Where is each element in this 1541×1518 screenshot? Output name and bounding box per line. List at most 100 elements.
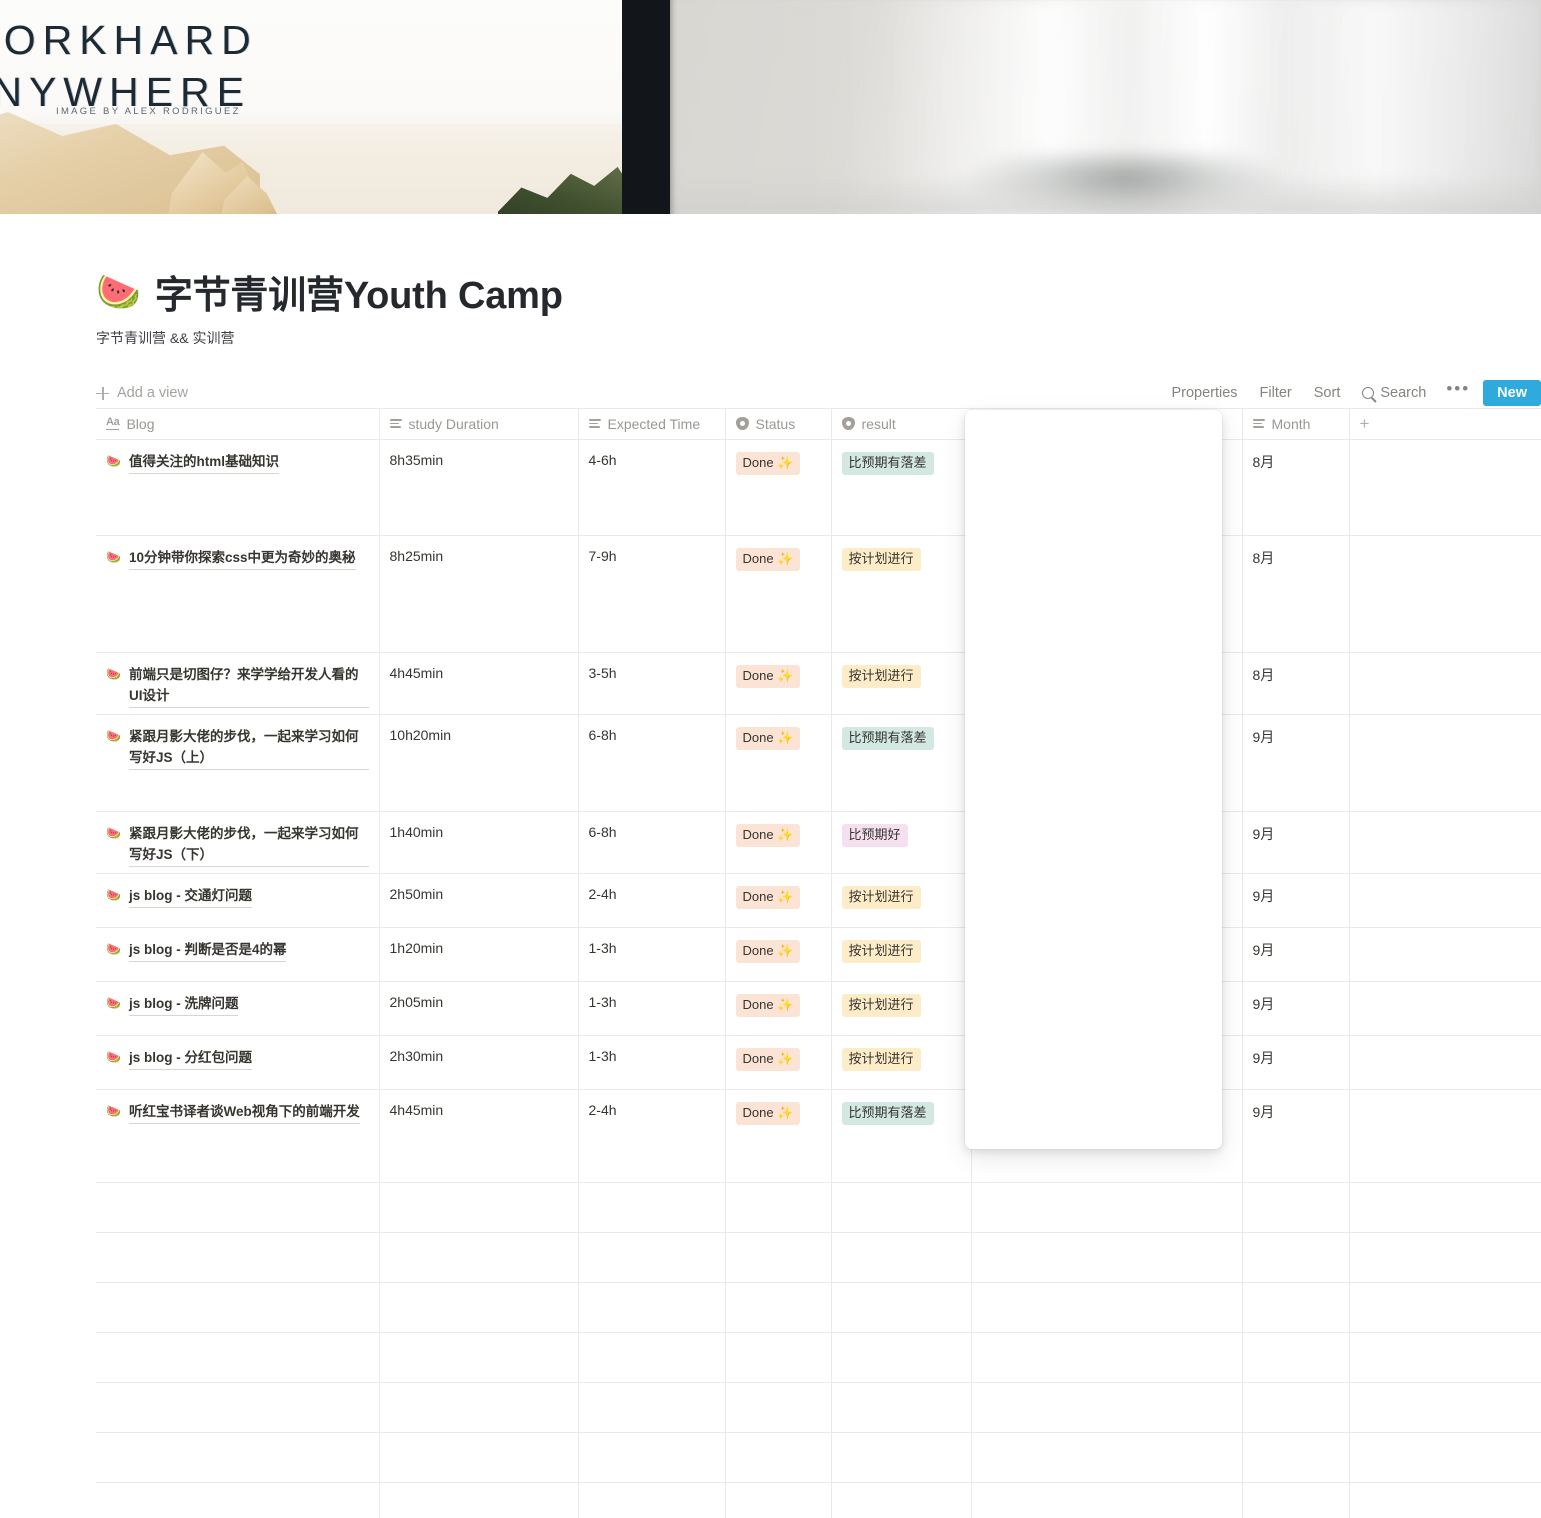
cell-blog[interactable]: 🍉 js blog - 交通灯问题 [96,873,380,928]
table-row[interactable]: 🍉 js blog - 交通灯问题 2h50min 2-4h Done ✨ 按计划… [96,873,1541,928]
table-row[interactable]: 🍉 紧跟月影大佬的步伐，一起来学习如何写好JS（上） 10h20min 6-8h … [96,714,1541,812]
cell-expected-time[interactable]: 6-8h [578,714,726,812]
database-table-wrapper: Aa Blog study Duration Expected Time Sta… [96,408,1541,1518]
table-row-empty[interactable] [96,1232,1541,1283]
cell-expected-time[interactable]: 2-4h [578,873,726,928]
cell-result[interactable]: 按计划进行 [831,535,972,653]
add-column-button[interactable]: + [1349,408,1541,440]
cell-expected-time[interactable]: 1-3h [578,927,726,982]
cell-month[interactable]: 8月 [1242,652,1350,715]
properties-button[interactable]: Properties [1160,381,1248,405]
cell-status[interactable]: Done ✨ [725,981,832,1036]
column-header-study-duration[interactable]: study Duration [379,408,579,440]
cell-month[interactable]: 9月 [1242,981,1350,1036]
cell-status[interactable]: Done ✨ [725,1089,832,1183]
table-row-empty[interactable] [96,1432,1541,1483]
table-row-empty[interactable] [96,1382,1541,1433]
cell-status[interactable]: Done ✨ [725,873,832,928]
status-badge: Done ✨ [735,993,801,1017]
cell-expected-time[interactable]: 7-9h [578,535,726,653]
cell-result[interactable]: 按计划进行 [831,873,972,928]
cell-blog[interactable]: 🍉 js blog - 分红包问题 [96,1035,380,1090]
cell-status[interactable]: Done ✨ [725,652,832,715]
cell-expected-time[interactable]: 6-8h [578,811,726,874]
table-row[interactable]: 🍉 紧跟月影大佬的步伐，一起来学习如何写好JS（下） 1h40min 6-8h D… [96,811,1541,874]
column-header-status[interactable]: Status [725,408,832,440]
cell-study-duration[interactable]: 1h20min [379,927,579,982]
cell-result[interactable]: 按计划进行 [831,1035,972,1090]
cell-blog[interactable]: 🍉 值得关注的html基础知识 [96,439,380,536]
cell-status[interactable]: Done ✨ [725,811,832,874]
table-row[interactable]: 🍉 听红宝书译者谈Web视角下的前端开发 4h45min 2-4h Done ✨ … [96,1089,1541,1183]
column-header-result[interactable]: result [831,408,972,440]
cell-study-duration[interactable]: 8h25min [379,535,579,653]
cell-study-duration[interactable]: 2h05min [379,981,579,1036]
table-row[interactable]: 🍉 10分钟带你探索css中更为奇妙的奥秘 8h25min 7-9h Done ✨… [96,535,1541,653]
cell-result[interactable]: 比预期好 [831,811,972,874]
database-toolbar: Properties Filter Sort Search ••• New [1160,379,1541,407]
cell-spacer [1349,1035,1541,1090]
table-row-empty[interactable] [96,1182,1541,1233]
cell-month[interactable]: 8月 [1242,439,1350,536]
cell-result[interactable]: 比预期有落差 [831,714,972,812]
cell-month[interactable]: 9月 [1242,1035,1350,1090]
cell-month[interactable]: 9月 [1242,1089,1350,1183]
cell-expected-time[interactable]: 3-5h [578,652,726,715]
more-options-button[interactable]: ••• [1437,379,1479,407]
cell-study-duration[interactable]: 2h50min [379,873,579,928]
cell-result[interactable]: 按计划进行 [831,927,972,982]
column-header-blog[interactable]: Aa Blog [96,408,380,440]
cell-expected-time[interactable]: 4-6h [578,439,726,536]
watermelon-icon[interactable]: 🍉 [96,273,141,310]
select-icon [841,417,855,430]
table-row[interactable]: 🍉 前端只是切图仔？来学学给开发人看的UI设计 4h45min 3-5h Done… [96,652,1541,715]
filter-button[interactable]: Filter [1249,381,1303,405]
cell-month[interactable]: 9月 [1242,811,1350,874]
cell-month[interactable]: 9月 [1242,927,1350,982]
cell-month[interactable]: 9月 [1242,873,1350,928]
cell-study-duration[interactable]: 4h45min [379,652,579,715]
cell-status[interactable]: Done ✨ [725,927,832,982]
new-record-button[interactable]: New [1483,380,1541,406]
table-row-empty[interactable] [96,1482,1541,1518]
cell-study-duration[interactable]: 4h45min [379,1089,579,1183]
cell-month[interactable]: 8月 [1242,535,1350,653]
cell-status[interactable]: Done ✨ [725,714,832,812]
cell-blog[interactable]: 🍉 js blog - 判断是否是4的幂 [96,927,380,982]
table-row[interactable]: 🍉 js blog - 判断是否是4的幂 1h20min 1-3h Done ✨ … [96,927,1541,982]
cell-result[interactable]: 按计划进行 [831,652,972,715]
cell-blog[interactable]: 🍉 紧跟月影大佬的步伐，一起来学习如何写好JS（上） [96,714,380,812]
cell-blog[interactable]: 🍉 听红宝书译者谈Web视角下的前端开发 [96,1089,380,1183]
cell-study-duration[interactable]: 8h35min [379,439,579,536]
table-row-empty[interactable] [96,1332,1541,1383]
cell-blog[interactable]: 🍉 前端只是切图仔？来学学给开发人看的UI设计 [96,652,380,715]
search-button[interactable]: Search [1351,381,1437,405]
cell-result[interactable]: 比预期有落差 [831,1089,972,1183]
cell-result[interactable]: 按计划进行 [831,981,972,1036]
column-header-month[interactable]: Month [1242,408,1350,440]
page-description[interactable]: 字节青训营 && 实训营 [96,328,1541,348]
cell-status[interactable]: Done ✨ [725,1035,832,1090]
cell-status[interactable]: Done ✨ [725,535,832,653]
column-header-expected-time[interactable]: Expected Time [578,408,726,440]
sort-button[interactable]: Sort [1303,381,1352,405]
cell-blog[interactable]: 🍉 js blog - 洗牌问题 [96,981,380,1036]
add-a-view-button[interactable]: Add a view [96,385,188,401]
cell-study-duration[interactable]: 2h30min [379,1035,579,1090]
cell-expected-time[interactable]: 2-4h [578,1089,726,1183]
table-row[interactable]: 🍉 js blog - 洗牌问题 2h05min 1-3h Done ✨ 按计划进… [96,981,1541,1036]
cell-study-duration[interactable]: 1h40min [379,811,579,874]
cell-blog[interactable]: 🍉 10分钟带你探索css中更为奇妙的奥秘 [96,535,380,653]
cell-result[interactable]: 比预期有落差 [831,439,972,536]
cell-month[interactable]: 9月 [1242,714,1350,812]
table-row[interactable]: 🍉 值得关注的html基础知识 8h35min 4-6h Done ✨ 比预期有落… [96,439,1541,536]
cell-blog[interactable]: 🍉 紧跟月影大佬的步伐，一起来学习如何写好JS（下） [96,811,380,874]
summary-popover-card[interactable] [965,410,1222,1149]
cell-status[interactable]: Done ✨ [725,439,832,536]
cell-expected-time[interactable]: 1-3h [578,1035,726,1090]
table-row-empty[interactable] [96,1282,1541,1333]
page-title[interactable]: 字节青训营Youth Camp [155,264,563,319]
cell-study-duration[interactable]: 10h20min [379,714,579,812]
table-row[interactable]: 🍉 js blog - 分红包问题 2h30min 1-3h Done ✨ 按计划… [96,1035,1541,1090]
cell-expected-time[interactable]: 1-3h [578,981,726,1036]
